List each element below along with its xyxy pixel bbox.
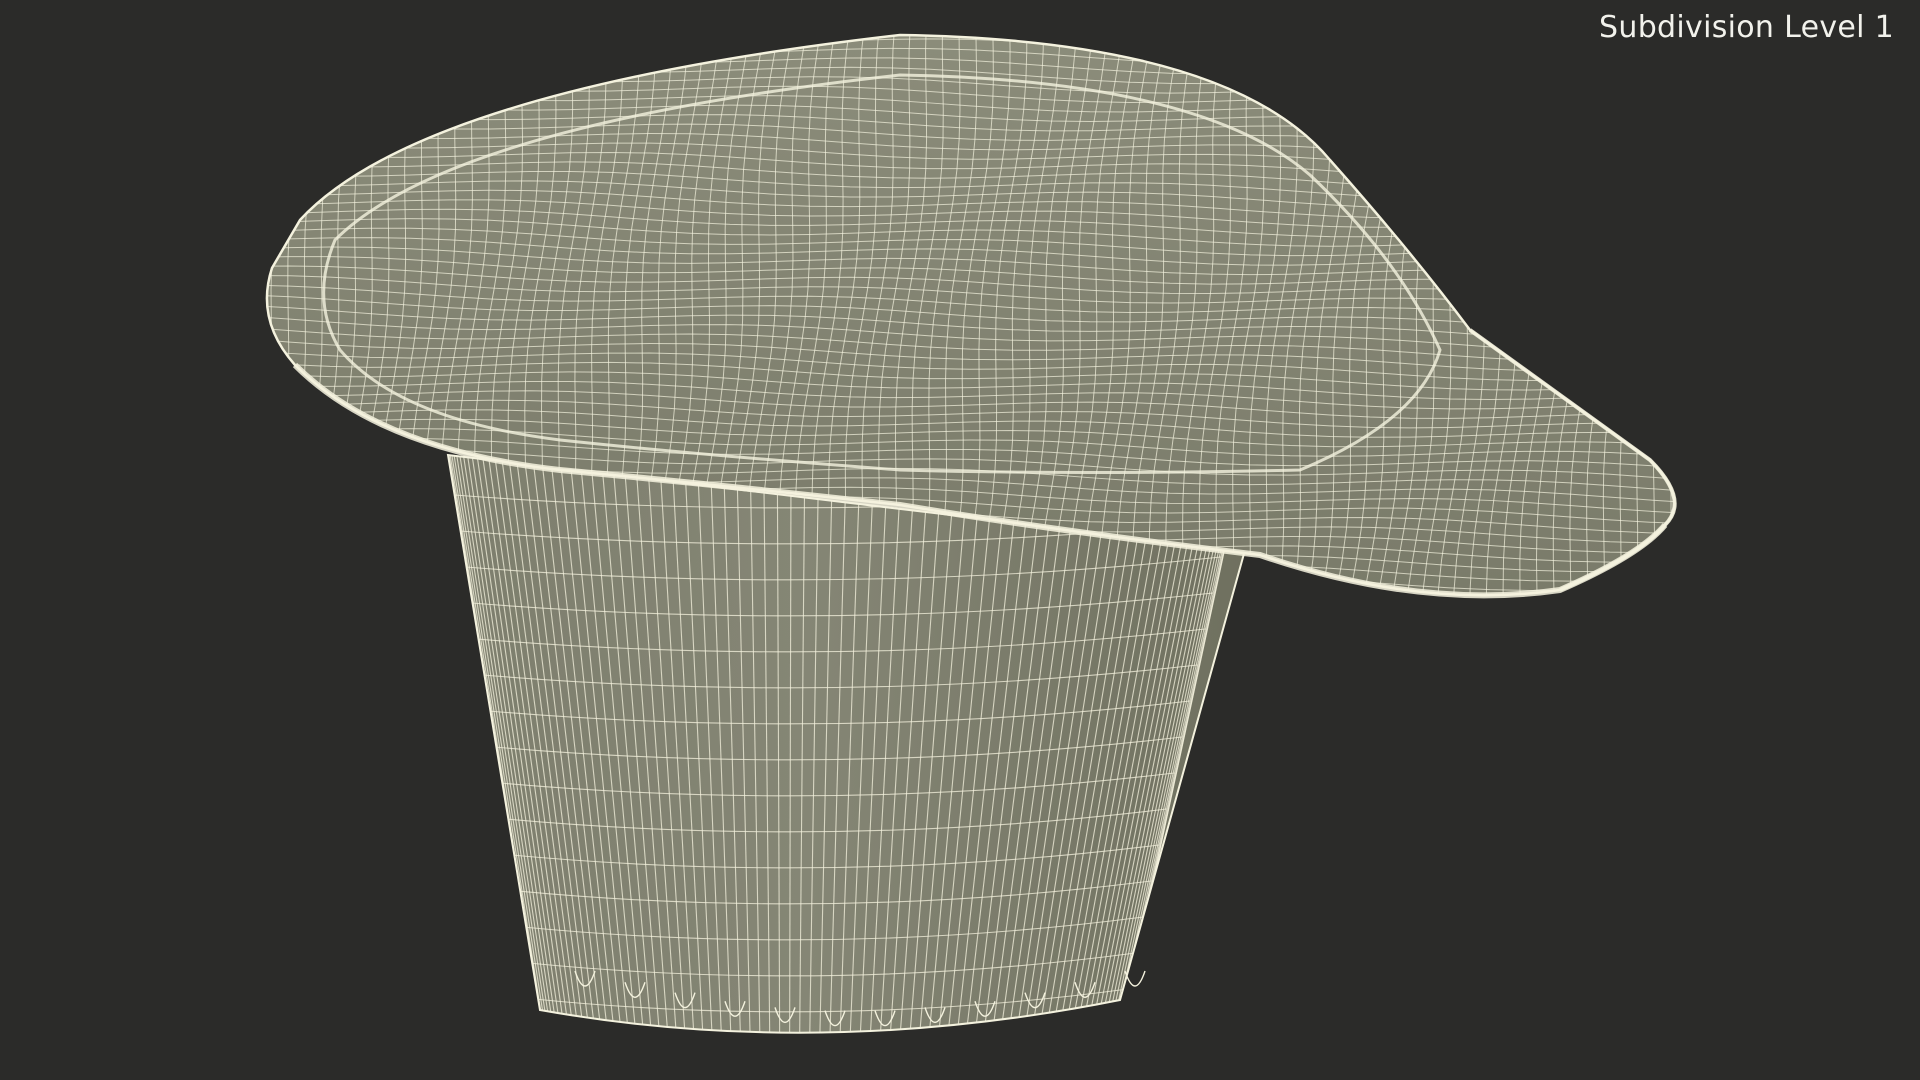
cup-body bbox=[446, 453, 1247, 1034]
render-viewport bbox=[265, 33, 1677, 1034]
subdivision-level-label: Subdivision Level 1 bbox=[1599, 10, 1894, 45]
